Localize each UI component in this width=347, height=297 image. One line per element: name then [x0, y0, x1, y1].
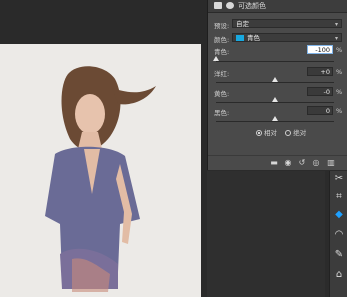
relative-label: 相对	[264, 129, 277, 137]
visibility-eye-icon[interactable]: ◎	[312, 159, 320, 167]
right-toolbar: ✂ ⌗ ◆ ◠ ✎ ⌂	[329, 171, 347, 297]
panel-empty-area	[207, 171, 325, 297]
colors-label: 颜色:	[214, 36, 230, 44]
yellow-value-input[interactable]: -0	[307, 87, 333, 96]
magenta-unit: %	[336, 68, 343, 76]
black-slider-label: 黑色:	[214, 109, 230, 117]
black-slider-track[interactable]	[216, 121, 334, 122]
tools-icon[interactable]: ✂	[333, 173, 345, 185]
magenta-slider-track[interactable]	[216, 82, 334, 83]
preset-label: 预设:	[214, 22, 230, 30]
properties-icon[interactable]	[214, 2, 222, 9]
panel-header: 可选颜色	[208, 0, 347, 13]
preset-value: 自定	[236, 20, 249, 28]
yellow-slider-thumb[interactable]	[272, 97, 278, 102]
view-previous-icon[interactable]: ◉	[284, 159, 292, 167]
delete-trash-icon[interactable]: ▥	[327, 159, 335, 167]
brush-icon[interactable]: ✎	[333, 249, 345, 261]
yellow-slider-track[interactable]	[216, 102, 334, 103]
method-radio-group: 相对 绝对	[256, 127, 306, 137]
absolute-label: 绝对	[293, 129, 307, 137]
document-photo[interactable]	[0, 44, 201, 297]
yellow-unit: %	[336, 88, 343, 96]
properties-panel: 可选颜色 预设: 自定 ▾ 颜色: 青色 ▾ 青色: -100 % 洋红: +0…	[207, 0, 347, 170]
panel-title: 可选颜色	[238, 2, 266, 10]
panel-footer: ▬ ◉ ↺ ◎ ▥	[208, 155, 347, 170]
yellow-slider-label: 黄色:	[214, 90, 230, 98]
magenta-slider-thumb[interactable]	[272, 77, 278, 82]
black-value-input[interactable]: 0	[307, 106, 333, 115]
cyan-slider-track[interactable]	[216, 61, 334, 62]
relative-radio[interactable]: 相对	[256, 129, 277, 137]
chevron-down-icon: ▾	[334, 35, 338, 42]
radio-unselected-icon	[285, 130, 292, 136]
cyan-unit: %	[336, 46, 343, 54]
eraser-icon[interactable]: ⌂	[333, 269, 345, 281]
paint-bucket-icon[interactable]: ◆	[333, 209, 345, 221]
clip-to-layer-icon[interactable]: ▬	[270, 159, 278, 167]
absolute-radio[interactable]: 绝对	[285, 129, 306, 137]
cyan-slider-label: 青色:	[214, 48, 230, 56]
radio-selected-icon	[256, 130, 262, 136]
magenta-slider-label: 洋红:	[214, 70, 230, 78]
mask-icon[interactable]	[226, 2, 234, 9]
healing-icon[interactable]: ◠	[333, 229, 345, 241]
black-slider-thumb[interactable]	[272, 116, 278, 121]
colors-dropdown[interactable]: 青色 ▾	[232, 33, 342, 42]
cyan-slider-thumb[interactable]	[213, 56, 219, 61]
black-unit: %	[336, 107, 343, 115]
reset-icon[interactable]: ↺	[298, 159, 306, 167]
color-swatch	[236, 35, 244, 41]
preset-dropdown[interactable]: 自定 ▾	[232, 19, 342, 28]
cyan-value-input[interactable]: -100	[307, 45, 333, 54]
crop-icon[interactable]: ⌗	[333, 191, 345, 203]
chevron-down-icon: ▾	[334, 21, 338, 28]
magenta-value-input[interactable]: +0	[307, 67, 333, 76]
colors-value: 青色	[247, 34, 260, 42]
